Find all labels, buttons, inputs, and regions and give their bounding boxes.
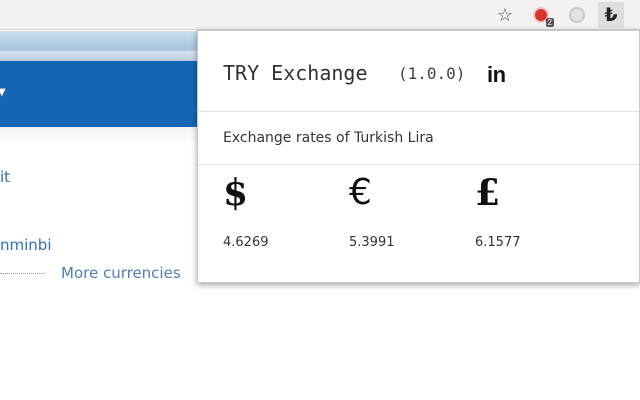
- dollar-icon: $: [223, 172, 249, 214]
- grey-extension-icon[interactable]: [566, 4, 588, 26]
- popup-description-row: Exchange rates of Turkish Lira: [198, 113, 639, 165]
- extension-popup: TRY Exchange (1.0.0) in Exchange rates o…: [197, 30, 640, 283]
- page-link-renminbi[interactable]: nminbi: [0, 236, 51, 254]
- popup-version: (1.0.0): [398, 64, 466, 83]
- rate-eur: € 5.3991: [349, 172, 439, 251]
- euro-icon: €: [349, 172, 372, 213]
- nav-dropdown-caret-icon[interactable]: ▼: [0, 87, 8, 98]
- extension-badge: 2: [545, 18, 554, 27]
- linkedin-icon[interactable]: in: [487, 62, 506, 88]
- dotted-separator: [0, 273, 44, 274]
- popup-title: TRY Exchange: [223, 61, 368, 85]
- rate-gbp: £ 6.1577: [475, 173, 565, 250]
- bookmark-star-icon[interactable]: ☆: [494, 4, 516, 26]
- red-extension-icon[interactable]: 2: [530, 4, 554, 27]
- pound-icon: £: [475, 172, 501, 214]
- popup-header: TRY Exchange (1.0.0) in: [198, 31, 639, 112]
- rate-usd-value: 4.6269: [223, 235, 269, 250]
- popup-description: Exchange rates of Turkish Lira: [223, 130, 434, 146]
- grey-extension-dot: [569, 7, 585, 23]
- more-currencies-link[interactable]: More currencies: [61, 264, 181, 282]
- rate-gbp-value: 6.1577: [475, 235, 521, 250]
- page-link-partial-1[interactable]: it: [0, 168, 10, 186]
- rate-usd: $ 4.6269: [223, 173, 313, 250]
- rate-eur-value: 5.3991: [349, 235, 395, 250]
- lira-extension-icon[interactable]: ₺: [598, 2, 624, 28]
- browser-toolbar: ☆ 2 ₺: [0, 0, 640, 30]
